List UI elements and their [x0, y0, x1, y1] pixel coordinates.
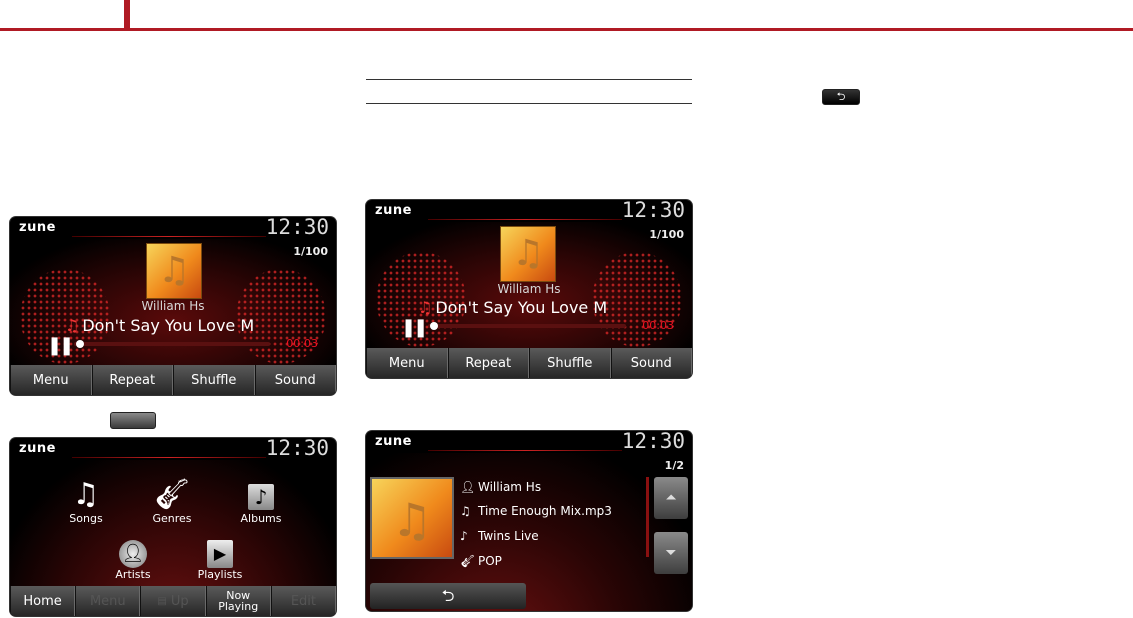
- brand-label: zune: [19, 441, 56, 456]
- menu-item-playlists[interactable]: ▶ Playlists: [180, 533, 260, 581]
- shuffle-button[interactable]: Shuffle: [173, 365, 255, 395]
- album-art: ♫: [500, 226, 556, 282]
- shuffle-button[interactable]: Shuffle: [529, 348, 611, 378]
- music-note-icon: ♫: [157, 250, 191, 291]
- track-counter: 1/100: [293, 245, 328, 258]
- progress-bar[interactable]: [74, 340, 270, 348]
- progress-handle[interactable]: [75, 340, 84, 348]
- album-art: ♫: [146, 243, 202, 299]
- artist-icon: 👤︎: [460, 480, 476, 494]
- double-chevron-down-icon: ⏷: [665, 545, 677, 561]
- guitar-icon: 🎸︎: [460, 554, 476, 568]
- album-icon: ♪: [460, 529, 468, 543]
- back-icon: ⮌: [441, 586, 455, 605]
- progress-handle[interactable]: [429, 322, 438, 330]
- music-note-icon: ♫: [391, 493, 433, 547]
- scroll-track: [646, 477, 649, 557]
- clock: 12:30: [265, 217, 329, 239]
- status-header: zune 12:30: [10, 217, 336, 239]
- music-note-icon: ♫: [511, 233, 545, 274]
- page-indicator: 1/2: [664, 459, 684, 472]
- menu-item-songs[interactable]: ♫ Songs: [46, 477, 126, 526]
- sound-button[interactable]: Sound: [610, 348, 692, 378]
- music-note-icon: ♫: [72, 477, 100, 512]
- track-counter: 1/100: [649, 228, 684, 241]
- elapsed-time: 00:03: [642, 319, 674, 332]
- clock: 12:30: [621, 431, 685, 453]
- brand-label: zune: [19, 220, 56, 235]
- music-note-icon: ♫: [460, 504, 471, 518]
- playlist-icon: ▶: [180, 533, 260, 568]
- menu-button[interactable]: Menu: [75, 586, 141, 616]
- section-rule-top: [366, 79, 692, 80]
- status-header: zune 12:30: [366, 200, 692, 222]
- info-file: ♫ Time Enough Mix.mp3: [460, 504, 612, 518]
- status-header: zune 12:30: [10, 438, 336, 460]
- scroll-down-button[interactable]: ⏷: [654, 532, 688, 574]
- edit-button[interactable]: Edit: [270, 586, 336, 616]
- now-playing-screen-2: zune 12:30 1/100 ♫ William Hs ♫ Don't Say…: [366, 200, 692, 378]
- artist-name: William Hs: [141, 299, 205, 313]
- header-marker: [124, 0, 130, 30]
- menu-item-albums[interactable]: ♪ Albums: [221, 478, 301, 525]
- elapsed-time: 00:03: [286, 337, 318, 350]
- menu-button[interactable]: Menu: [10, 365, 92, 395]
- double-chevron-up-icon: ⏶: [665, 490, 677, 506]
- album-art: ♫: [370, 477, 454, 559]
- inline-button-illustration: [110, 412, 156, 429]
- button-bar: Home Menu ▤ Up Now Playing Edit: [10, 586, 336, 616]
- inline-back-button-illustration: ⮌: [822, 89, 860, 105]
- progress-bar[interactable]: [428, 322, 626, 330]
- up-button[interactable]: ▤ Up: [140, 586, 206, 616]
- header-rule: [0, 28, 1133, 31]
- section-rule-bottom: [366, 103, 692, 104]
- track-info-screen: zune 12:30 1/2 ♫ 👤︎ William Hs ♫ Time Enou…: [366, 431, 692, 611]
- artist-name: William Hs: [497, 282, 561, 296]
- now-playing-button[interactable]: Now Playing: [205, 586, 271, 616]
- scroll-up-button[interactable]: ⏶: [654, 477, 688, 519]
- button-bar: Menu Repeat Shuffle Sound: [10, 365, 336, 395]
- music-note-icon: ♫: [65, 316, 80, 335]
- music-note-icon: ♫: [418, 298, 433, 317]
- menu-screen: zune 12:30 ♫ Songs 🎸︎ Genres ♪ Albums 👤︎…: [10, 438, 336, 616]
- menu-item-genres[interactable]: 🎸︎ Genres: [132, 477, 212, 526]
- guitar-icon: 🎸︎: [152, 477, 192, 512]
- clock: 12:30: [621, 200, 685, 222]
- pause-icon[interactable]: ❚❚: [401, 317, 428, 338]
- brand-label: zune: [375, 203, 412, 218]
- clock: 12:30: [265, 438, 329, 460]
- status-header: zune 12:30: [366, 431, 692, 453]
- brand-label: zune: [375, 434, 412, 449]
- song-title: ♫ Don't Say You Love M: [418, 298, 608, 317]
- album-icon: ♪: [221, 478, 301, 512]
- repeat-button[interactable]: Repeat: [91, 365, 173, 395]
- info-album: ♪ Twins Live: [460, 529, 539, 543]
- now-playing-screen: zune 12:30 1/100 ♫ William Hs ♫ Don't Say…: [10, 217, 336, 395]
- song-title: ♫ Don't Say You Love M: [65, 316, 255, 335]
- menu-button[interactable]: Menu: [366, 348, 448, 378]
- artist-icon: 👤︎: [93, 533, 173, 568]
- home-button[interactable]: Home: [10, 586, 76, 616]
- pause-icon[interactable]: ❚❚: [47, 335, 74, 356]
- info-genre: 🎸︎ POP: [460, 554, 502, 568]
- info-artist: 👤︎ William Hs: [460, 480, 542, 494]
- back-button[interactable]: ⮌: [370, 583, 526, 609]
- sound-button[interactable]: Sound: [254, 365, 336, 395]
- back-icon: ⮌: [836, 90, 846, 103]
- repeat-button[interactable]: Repeat: [447, 348, 529, 378]
- folder-up-icon: ▤: [157, 595, 167, 607]
- menu-item-artists[interactable]: 👤︎ Artists: [93, 533, 173, 581]
- button-bar: Menu Repeat Shuffle Sound: [366, 348, 692, 378]
